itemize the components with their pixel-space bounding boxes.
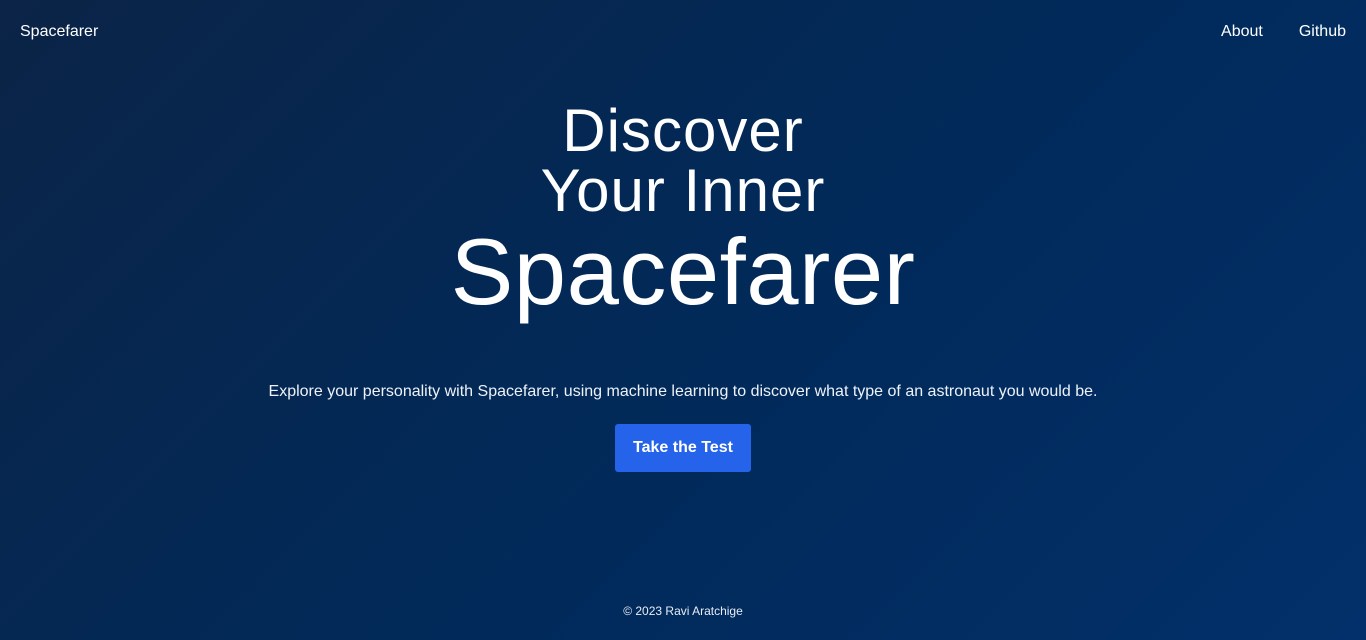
brand-link[interactable]: Spacefarer (20, 22, 98, 42)
nav-link-github[interactable]: Github (1299, 22, 1346, 42)
nav-links: About Github (1221, 22, 1346, 42)
take-test-button[interactable]: Take the Test (615, 424, 751, 472)
hero-tagline: Explore your personality with Spacefarer… (268, 383, 1098, 400)
nav-link-about[interactable]: About (1221, 22, 1263, 42)
hero-line-spacefarer: Spacefarer (450, 219, 916, 324)
hero-line-your-inner: Your Inner (540, 157, 826, 224)
hero-heading: Discover Your Inner Spacefarer (0, 100, 1366, 324)
top-navbar: Spacefarer About Github (0, 0, 1366, 64)
footer-copyright: © 2023 Ravi Aratchige (623, 604, 743, 618)
hero-line-discover: Discover (562, 97, 804, 164)
